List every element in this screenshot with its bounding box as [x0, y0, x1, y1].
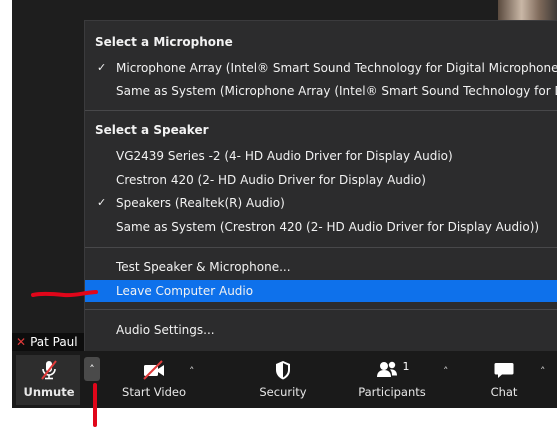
checkmark-icon: ✓	[97, 61, 107, 74]
caret-up-icon: ˄	[89, 362, 95, 376]
test-speaker-mic-item[interactable]: Test Speaker & Microphone...	[85, 256, 557, 278]
participant-name-tag: ✕ Pat Paul	[12, 333, 84, 351]
speaker-option-label: Same as System (Crestron 420 (2- HD Audi…	[116, 220, 540, 234]
microphone-heading: Select a Microphone	[95, 35, 233, 49]
mic-option-label: Same as System (Microphone Array (Intel®…	[116, 84, 557, 98]
menu-divider	[85, 309, 557, 310]
menu-divider	[85, 247, 557, 248]
start-video-label: Start Video	[122, 385, 186, 399]
audio-options-menu: Select a Microphone ✓ Microphone Array (…	[84, 20, 557, 353]
checkmark-icon: ✓	[97, 196, 107, 209]
speaker-option-realtek[interactable]: ✓ Speakers (Realtek(R) Audio)	[85, 192, 557, 214]
chat-icon	[493, 359, 515, 381]
start-video-button[interactable]: Start Video	[116, 351, 192, 408]
caret-up-icon[interactable]: ˄	[189, 365, 195, 378]
participant-thumbnail	[498, 0, 557, 22]
annotation-mark	[93, 383, 97, 427]
speaker-option-label: Crestron 420 (2- HD Audio Driver for Dis…	[116, 173, 426, 187]
mic-option-same-as-system[interactable]: Same as System (Microphone Array (Intel®…	[85, 80, 557, 102]
participants-label: Participants	[358, 385, 426, 399]
unmute-button[interactable]: Unmute	[18, 351, 80, 408]
speaker-option-crestron[interactable]: Crestron 420 (2- HD Audio Driver for Dis…	[85, 169, 557, 191]
annotation-mark	[31, 290, 98, 298]
menu-divider	[85, 110, 557, 111]
unmute-label: Unmute	[23, 385, 75, 399]
audio-settings-item[interactable]: Audio Settings...	[85, 319, 557, 341]
shield-icon	[273, 359, 293, 381]
speaker-heading: Select a Speaker	[95, 123, 209, 137]
mic-option-label: Microphone Array (Intel® Smart Sound Tec…	[116, 61, 557, 75]
audio-options-caret[interactable]: ˄	[84, 357, 100, 381]
speaker-option-label: Speakers (Realtek(R) Audio)	[116, 196, 285, 210]
caret-up-icon[interactable]: ˄	[540, 365, 546, 378]
speaker-option-same-as-system[interactable]: Same as System (Crestron 420 (2- HD Audi…	[85, 216, 557, 238]
video-off-icon	[141, 359, 167, 381]
speaker-option-vg2439[interactable]: VG2439 Series -2 (4- HD Audio Driver for…	[85, 145, 557, 167]
mic-muted-icon	[38, 359, 60, 381]
participant-name: Pat Paul	[30, 335, 78, 349]
caret-up-icon[interactable]: ˄	[443, 365, 449, 378]
participants-count: 1	[402, 359, 410, 373]
security-button[interactable]: Security	[250, 351, 316, 408]
leave-computer-audio-label: Leave Computer Audio	[116, 284, 254, 298]
speaker-option-label: VG2439 Series -2 (4- HD Audio Driver for…	[116, 149, 453, 163]
chat-label: Chat	[490, 385, 518, 399]
leave-computer-audio-item[interactable]: Leave Computer Audio	[85, 280, 557, 302]
participants-button[interactable]: 1 Participants	[352, 351, 432, 408]
participants-icon: 1	[375, 359, 410, 381]
audio-settings-label: Audio Settings...	[116, 323, 215, 337]
security-label: Security	[259, 385, 307, 399]
test-speaker-mic-label: Test Speaker & Microphone...	[116, 260, 291, 274]
mic-option-array[interactable]: ✓ Microphone Array (Intel® Smart Sound T…	[85, 57, 557, 79]
chat-button[interactable]: Chat	[482, 351, 526, 408]
mic-muted-icon: ✕	[16, 335, 27, 349]
